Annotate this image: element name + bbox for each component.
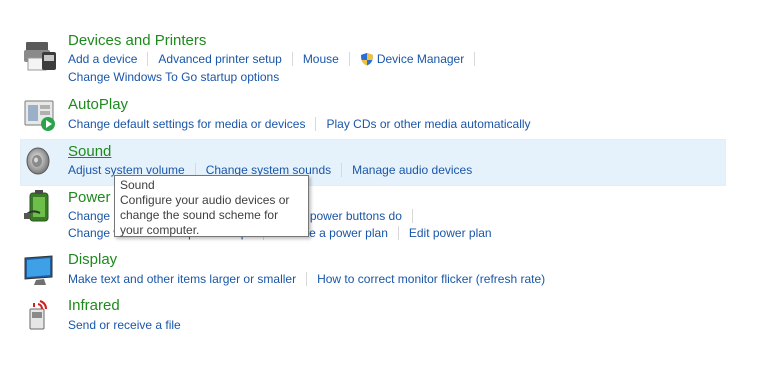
infrared-title[interactable]: Infrared xyxy=(68,297,120,314)
add-a-device-link[interactable]: Add a device xyxy=(68,52,137,66)
link-separator xyxy=(291,52,293,66)
devices-links-row2: Change Windows To Go startup options xyxy=(68,69,279,85)
monitor-icon[interactable] xyxy=(22,253,58,289)
advanced-printer-setup-link[interactable]: Advanced printer setup xyxy=(158,52,281,66)
edit-power-plan-link[interactable]: Edit power plan xyxy=(409,226,492,240)
send-receive-file-link[interactable]: Send or receive a file xyxy=(68,318,181,332)
speaker-icon[interactable] xyxy=(22,143,58,179)
sound-tooltip: Sound Configure your audio devices or ch… xyxy=(114,175,309,237)
autoplay-icon[interactable] xyxy=(22,97,58,133)
sound-title[interactable]: Sound xyxy=(68,143,111,160)
printer-device-icon[interactable] xyxy=(22,38,58,74)
mouse-link[interactable]: Mouse xyxy=(303,52,339,66)
play-cds-automatically-link[interactable]: Play CDs or other media automatically xyxy=(326,117,530,131)
device-manager-link[interactable]: Device Manager xyxy=(377,52,464,66)
link-separator xyxy=(348,52,350,66)
link-separator xyxy=(306,272,308,286)
tooltip-body: Configure your audio devices or change t… xyxy=(120,193,290,237)
link-separator xyxy=(474,52,476,66)
change-default-media-settings-link[interactable]: Change default settings for media or dev… xyxy=(68,117,305,131)
display-title[interactable]: Display xyxy=(68,251,117,268)
tooltip-title: Sound xyxy=(120,178,155,192)
battery-plug-icon[interactable] xyxy=(22,189,58,225)
windows-to-go-link[interactable]: Change Windows To Go startup options xyxy=(68,70,279,84)
autoplay-title[interactable]: AutoPlay xyxy=(68,96,128,113)
text-size-link[interactable]: Make text and other items larger or smal… xyxy=(68,272,296,286)
infrared-icon[interactable] xyxy=(22,297,58,333)
autoplay-links-row1: Change default settings for media or dev… xyxy=(68,116,531,132)
devices-links-row1: Add a device Advanced printer setup Mouse … xyxy=(68,51,485,67)
link-separator xyxy=(147,52,149,66)
display-links-row1: Make text and other items larger or smal… xyxy=(68,271,545,287)
infrared-links-row1: Send or receive a file xyxy=(68,317,181,333)
manage-audio-devices-link[interactable]: Manage audio devices xyxy=(352,163,472,177)
link-separator xyxy=(411,209,413,223)
uac-shield-icon xyxy=(360,53,373,66)
link-separator xyxy=(341,163,343,177)
devices-and-printers-title[interactable]: Devices and Printers xyxy=(68,32,206,49)
link-separator xyxy=(397,226,399,240)
monitor-flicker-link[interactable]: How to correct monitor flicker (refresh … xyxy=(317,272,545,286)
link-separator xyxy=(315,117,317,131)
